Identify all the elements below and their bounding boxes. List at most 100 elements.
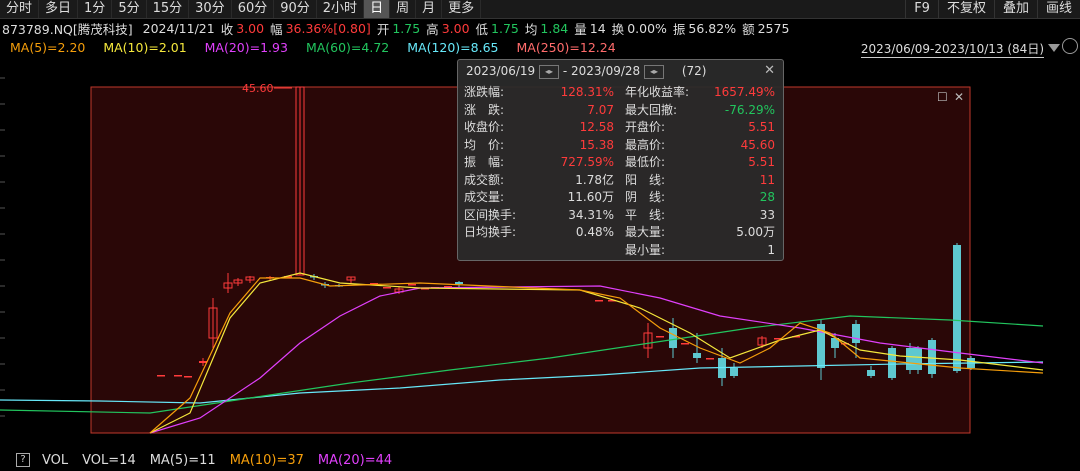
period-tab-7[interactable]: 90分 — [274, 0, 317, 18]
period-tab-5[interactable]: 30分 — [189, 0, 232, 18]
interval-stats-popup: 2023/06/19 ◂▸ - 2023/09/28 ◂▸ (72) ✕ 涨跌幅… — [457, 59, 784, 261]
vol-value-label: VOL=14 — [82, 452, 136, 468]
stat-left-label: 涨 跌: — [464, 102, 505, 117]
ma10-label: MA(10)=2.01 — [103, 40, 187, 55]
toolbar-button-0[interactable]: F9 — [905, 0, 938, 18]
stat-right-label: 最低价: — [625, 155, 666, 169]
stat-left-row: 涨 跌: 7.07 — [464, 102, 614, 120]
stat-left-row: 日均换手: 0.48% — [464, 224, 614, 242]
low-value: 1.75 — [491, 20, 519, 36]
avg-label: 均 — [524, 21, 538, 37]
vol-ma10-label: MA(10)=37 — [229, 452, 304, 468]
stat-left-row: 收盘价: 12.58 — [464, 119, 614, 137]
turnover-value: 0.00% — [627, 20, 667, 36]
candle-body — [730, 368, 738, 376]
close-box-icon[interactable]: ✕ — [954, 90, 964, 104]
period-tab-12[interactable]: 更多 — [442, 0, 482, 18]
candle-body — [184, 376, 192, 378]
change-value: 36.36%[0.80] — [285, 20, 371, 36]
change-label: 幅 — [270, 21, 283, 37]
vol-value: 14 — [589, 20, 606, 36]
candle-body — [408, 284, 416, 286]
amp-value: 56.82% — [688, 20, 737, 36]
stat-right-label: 最大量: — [625, 225, 666, 239]
stat-right-row: 阴 线: 28 — [625, 189, 775, 207]
period-tab-8[interactable]: 2小时 — [317, 0, 365, 18]
end-stepper-icon[interactable]: ◂▸ — [644, 64, 664, 79]
range-selector[interactable]: 2023/06/09-2023/10/13 (84日) — [860, 40, 1044, 58]
volume-bar: ? VOL VOL=14 MA(5)=11 MA(10)=37 MA(20)=4… — [0, 449, 1080, 471]
stat-right-label: 年化收益率: — [625, 85, 690, 99]
stat-left-label: 涨跌幅: — [464, 85, 505, 99]
stat-right-value: 45.60 — [740, 137, 775, 152]
stat-right-value: 33 — [759, 207, 775, 222]
candle-body — [199, 361, 207, 363]
candle-body — [906, 348, 914, 370]
stat-left-value: 11.60万 — [567, 190, 614, 204]
stat-left-value: 0.48% — [575, 225, 614, 239]
candle-body — [174, 375, 182, 377]
candle-body — [928, 340, 936, 374]
popup-header: 2023/06/19 ◂▸ - 2023/09/28 ◂▸ (72) ✕ — [458, 60, 783, 82]
start-stepper-icon[interactable]: ◂▸ — [539, 64, 559, 79]
help-icon[interactable]: ? — [16, 453, 30, 467]
stat-right-label: 开盘价: — [625, 120, 666, 134]
period-tab-1[interactable]: 多日 — [39, 0, 79, 18]
ma20-label: MA(20)=1.93 — [204, 40, 288, 55]
toolbar-button-2[interactable]: 叠加 — [993, 0, 1037, 18]
period-tab-2[interactable]: 1分 — [78, 0, 113, 18]
period-tab-9[interactable]: 日 — [364, 0, 391, 18]
ma-legend: MA(5)=2.20 MA(10)=2.01 MA(20)=1.93 MA(60… — [10, 40, 630, 56]
popup-right-column: 年化收益率: 1657.49% 最大回撤: -76.29% 开盘价: 5.51 最高价: 45… — [625, 84, 775, 259]
candle-body — [383, 287, 391, 289]
candle-body — [656, 336, 664, 338]
amp-label: 振 — [672, 21, 686, 37]
stat-left-row: 成交额: 1.78亿 — [464, 172, 614, 190]
popup-end-date: 2023/09/28 — [571, 64, 641, 78]
stat-right-row: 最大量: 5.00万 — [625, 224, 775, 242]
stock-code: 873789.NQ[腾茂科技] — [2, 21, 133, 37]
stat-right-value: 11 — [759, 172, 775, 187]
popup-count: (72) — [681, 64, 707, 78]
stat-right-value: 1657.49% — [713, 85, 775, 99]
settings-icon[interactable] — [1062, 38, 1078, 54]
amount-label: 额 — [742, 21, 755, 37]
quote-date: 2024/11/21 — [142, 20, 215, 36]
stat-left-label: 振 幅: — [464, 155, 505, 169]
amount-value: 2575 — [757, 20, 790, 36]
stat-left-value: 34.31% — [568, 207, 614, 222]
range-dropdown-icon[interactable] — [1048, 44, 1060, 52]
open-value: 1.75 — [392, 20, 421, 36]
candle-body — [888, 348, 896, 378]
stat-right-label: 阴 线: — [625, 190, 666, 204]
high-marker-label: 45.60 — [242, 82, 274, 95]
candle-body — [669, 328, 677, 348]
period-tab-3[interactable]: 5分 — [112, 0, 147, 18]
vol-indicator-name[interactable]: VOL — [42, 453, 68, 468]
period-tab-4[interactable]: 15分 — [147, 0, 190, 18]
avg-value: 1.84 — [540, 20, 569, 36]
stat-left-label: 成交额: — [464, 172, 505, 187]
candle-body — [455, 282, 463, 284]
ma5-label: MA(5)=2.20 — [10, 40, 86, 55]
open-label: 开 — [376, 21, 390, 37]
stat-right-value: 28 — [759, 190, 775, 204]
maximize-icon[interactable]: ☐ — [937, 90, 948, 104]
stat-right-row: 最高价: 45.60 — [625, 137, 775, 155]
stat-right-value: 5.51 — [748, 120, 775, 134]
stat-left-row: 振 幅: 727.59% — [464, 154, 614, 172]
close-icon[interactable]: ✕ — [764, 60, 775, 82]
toolbar-button-1[interactable]: 不复权 — [937, 0, 994, 18]
stat-left-row: 区间换手: 34.31% — [464, 207, 614, 225]
toolbar-button-3[interactable]: 画线 — [1036, 0, 1080, 18]
vol-label: 量 — [574, 21, 587, 37]
candle-body — [681, 343, 689, 345]
stat-right-label: 平 线: — [625, 207, 666, 222]
popup-start-date: 2023/06/19 — [466, 64, 536, 78]
period-tab-6[interactable]: 60分 — [232, 0, 275, 18]
low-label: 低 — [475, 21, 489, 37]
period-tab-0[interactable]: 分时 — [0, 0, 40, 18]
period-tab-11[interactable]: 月 — [416, 0, 443, 18]
period-tab-10[interactable]: 周 — [390, 0, 417, 18]
stat-left-row: 均 价: 15.38 — [464, 137, 614, 155]
